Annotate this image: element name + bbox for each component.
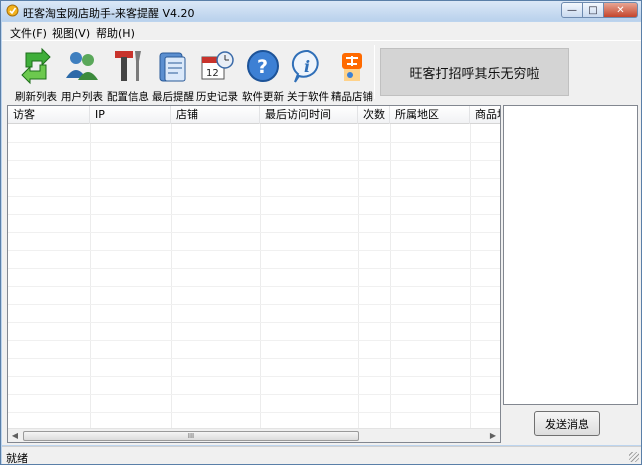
- grid-row-line: [8, 340, 500, 341]
- refresh-icon: [21, 47, 51, 85]
- grid-row-line: [8, 286, 500, 287]
- menu-view[interactable]: 视图(V): [52, 25, 90, 41]
- scrollbar-thumb[interactable]: III: [23, 431, 359, 441]
- maximize-icon: □: [588, 4, 598, 16]
- scroll-right-icon[interactable]: ▶: [486, 429, 500, 442]
- main-area: 访客 IP 店铺 最后访问时间 次数 所属地区 商品地 ◀ III ▶ 发送消息: [2, 102, 641, 445]
- visitor-list[interactable]: 访客 IP 店铺 最后访问时间 次数 所属地区 商品地 ◀ III ▶: [7, 105, 501, 443]
- status-bar: 就绪: [2, 446, 641, 465]
- menu-help[interactable]: 帮助(H): [96, 25, 135, 41]
- grid-column-line: [90, 124, 91, 428]
- minimize-icon: —: [567, 4, 577, 16]
- resize-grip-icon[interactable]: [629, 452, 639, 462]
- software-update-button[interactable]: ? 软件更新: [240, 45, 286, 103]
- about-button[interactable]: i 关于软件: [285, 45, 331, 103]
- title-bar[interactable]: 旺客淘宝网店助手-来客提醒 V4.20 — □ ✕: [1, 1, 641, 21]
- grid-row-line: [8, 214, 500, 215]
- svg-text:12: 12: [206, 68, 219, 79]
- grid-column-line: [358, 124, 359, 428]
- grid-column-line: [171, 124, 172, 428]
- grid-row-line: [8, 376, 500, 377]
- close-icon: ✕: [616, 4, 625, 16]
- toolbar-separator: [374, 45, 375, 99]
- calendar-icon: 12: [201, 51, 234, 80]
- column-last-visit[interactable]: 最后访问时间: [260, 106, 358, 124]
- svg-text:?: ?: [257, 56, 268, 78]
- grid-row-line: [8, 232, 500, 233]
- user-list-button[interactable]: 用户列表: [59, 45, 105, 103]
- column-shop[interactable]: 店铺: [171, 106, 260, 124]
- greeting-banner: 旺客打招呼其乐无穷啦: [380, 48, 569, 96]
- config-info-button[interactable]: 配置信息: [105, 45, 151, 103]
- maximize-button[interactable]: □: [583, 2, 604, 18]
- app-icon: [6, 4, 19, 17]
- send-message-button[interactable]: 发送消息: [534, 411, 600, 436]
- grid-row-line: [8, 358, 500, 359]
- column-visitor[interactable]: 访客: [8, 106, 90, 124]
- scroll-left-icon[interactable]: ◀: [8, 429, 22, 442]
- refresh-list-button[interactable]: 刷新列表: [13, 45, 59, 103]
- svg-text:i: i: [304, 57, 310, 76]
- minimize-button[interactable]: —: [561, 2, 583, 18]
- grid-row-line: [8, 268, 500, 269]
- taobao-icon: [342, 53, 362, 81]
- table-header: 访客 IP 店铺 最后访问时间 次数 所属地区 商品地: [8, 106, 500, 124]
- featured-shops-button[interactable]: 精品店铺: [329, 45, 375, 103]
- menu-file[interactable]: 文件(F): [10, 25, 47, 41]
- history-button[interactable]: 12 历史记录: [194, 45, 240, 103]
- grid-row-line: [8, 394, 500, 395]
- grid-row-line: [8, 412, 500, 413]
- grid-row-line: [8, 250, 500, 251]
- grid-column-line: [470, 124, 471, 428]
- info-icon: i: [291, 49, 319, 83]
- grid-row-line: [8, 304, 500, 305]
- app-window: 旺客淘宝网店助手-来客提醒 V4.20 — □ ✕ 文件(F) 视图(V) 帮助…: [0, 0, 642, 465]
- grid-row-line: [8, 322, 500, 323]
- toolbar: 刷新列表 用户列表 配置信息 最后提醒 12 历史记录 ? 软件更新 i 关于软…: [2, 40, 641, 103]
- column-count[interactable]: 次数: [358, 106, 390, 124]
- window-title: 旺客淘宝网店助手-来客提醒 V4.20: [23, 7, 195, 20]
- grid-row-line: [8, 142, 500, 143]
- help-icon: ?: [247, 50, 279, 82]
- grid-column-line: [260, 124, 261, 428]
- status-text: 就绪: [6, 452, 28, 465]
- grid-row-line: [8, 196, 500, 197]
- banner-text: 旺客打招呼其乐无穷啦: [409, 66, 540, 82]
- column-product[interactable]: 商品地: [470, 106, 500, 124]
- grid-row-line: [8, 160, 500, 161]
- last-reminder-button[interactable]: 最后提醒: [150, 45, 196, 103]
- close-button[interactable]: ✕: [604, 2, 638, 18]
- column-ip[interactable]: IP: [90, 106, 171, 124]
- grid-column-line: [390, 124, 391, 428]
- tools-icon: [115, 51, 141, 81]
- users-icon: [66, 52, 98, 80]
- horizontal-scrollbar[interactable]: ◀ III ▶: [8, 428, 500, 442]
- message-panel[interactable]: [503, 105, 638, 405]
- grid-row-line: [8, 178, 500, 179]
- menu-bar: 文件(F) 视图(V) 帮助(H): [2, 22, 641, 40]
- column-region[interactable]: 所属地区: [390, 106, 470, 124]
- scrollbar-grip: III: [187, 432, 195, 440]
- notes-icon: [159, 52, 186, 82]
